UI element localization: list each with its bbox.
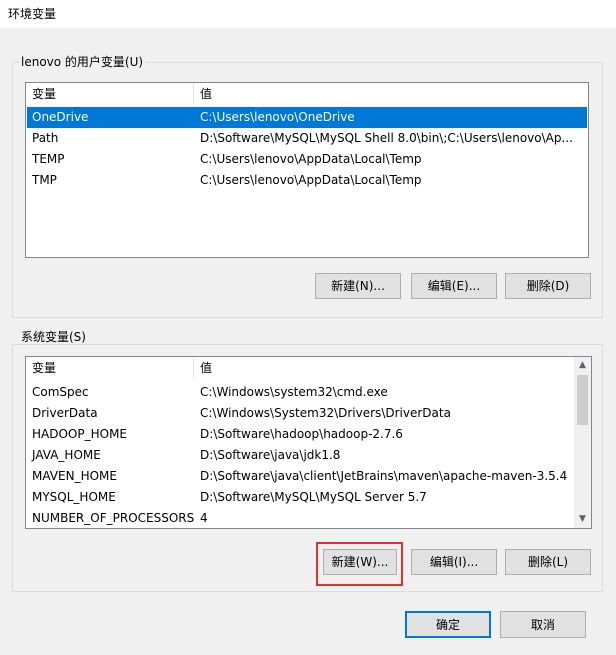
user-vars-group-label: lenovo 的用户变量(U) <box>19 55 146 69</box>
var-name: HADOOP_HOME <box>32 427 128 441</box>
highlight-box <box>316 542 403 586</box>
user-var-row[interactable]: Path D:\Software\MySQL\MySQL Shell 8.0\b… <box>27 128 587 149</box>
system-var-row[interactable]: MAVEN_HOME D:\Software\java\client\JetBr… <box>27 466 573 487</box>
system-vars-group-label: 系统变量(S) <box>19 330 88 344</box>
user-var-row[interactable]: TEMP C:\Users\lenovo\AppData\Local\Temp <box>27 149 587 170</box>
var-value: C:\Users\lenovo\OneDrive <box>200 110 355 124</box>
scroll-down-icon[interactable]: ▼ <box>574 511 591 528</box>
user-var-row[interactable]: OneDrive C:\Users\lenovo\OneDrive <box>27 107 587 128</box>
title-bar: 环境变量 <box>0 0 616 28</box>
system-var-row[interactable]: NUMBER_OF_PROCESSORS 4 <box>27 508 573 528</box>
system-vars-scrollbar[interactable]: ▲ ▼ <box>574 357 591 528</box>
var-name: DriverData <box>32 406 98 420</box>
user-delete-button[interactable]: 删除(D) <box>505 273 591 299</box>
var-value: 4 <box>200 511 208 525</box>
var-name: JAVA_HOME <box>32 448 101 462</box>
var-value: C:\Users\lenovo\AppData\Local\Temp <box>200 152 422 166</box>
var-name: MAVEN_HOME <box>32 469 117 483</box>
column-header-value[interactable]: 值 <box>194 83 588 105</box>
var-name: ComSpec <box>32 385 89 399</box>
system-var-row[interactable]: MYSQL_HOME D:\Software\MySQL\MySQL Serve… <box>27 487 573 508</box>
scroll-thumb[interactable] <box>577 375 588 425</box>
user-var-row[interactable]: TMP C:\Users\lenovo\AppData\Local\Temp <box>27 170 587 191</box>
user-new-button[interactable]: 新建(N)... <box>315 273 401 299</box>
var-value: C:\Windows\system32\cmd.exe <box>200 385 388 399</box>
var-value: D:\Software\java\jdk1.8 <box>200 448 341 462</box>
user-edit-button[interactable]: 编辑(E)... <box>411 273 497 299</box>
var-value: C:\Windows\System32\Drivers\DriverData <box>200 406 451 420</box>
column-header-variable[interactable]: 变量 <box>26 83 194 105</box>
system-vars-list[interactable]: 变量 值 ComSpec C:\Windows\system32\cmd.exe… <box>25 356 592 529</box>
scroll-up-icon[interactable]: ▲ <box>574 357 591 374</box>
var-name: TEMP <box>32 152 65 166</box>
system-delete-button[interactable]: 删除(L) <box>505 549 591 575</box>
column-header-variable[interactable]: 变量 <box>26 357 194 379</box>
system-vars-header: 变量 值 <box>26 357 574 379</box>
var-value: D:\Software\MySQL\MySQL Shell 8.0\bin\;C… <box>200 131 573 145</box>
var-name: Path <box>32 131 59 145</box>
system-var-row[interactable]: JAVA_HOME D:\Software\java\jdk1.8 <box>27 445 573 466</box>
var-name: OneDrive <box>32 110 89 124</box>
column-header-value[interactable]: 值 <box>194 357 574 379</box>
var-value: D:\Software\hadoop\hadoop-2.7.6 <box>200 427 403 441</box>
var-value: D:\Software\java\client\JetBrains\maven\… <box>200 469 568 483</box>
var-value: C:\Users\lenovo\AppData\Local\Temp <box>200 173 422 187</box>
var-name: MYSQL_HOME <box>32 490 116 504</box>
window-title: 环境变量 <box>8 7 57 21</box>
cancel-button[interactable]: 取消 <box>500 611 586 638</box>
user-vars-list[interactable]: 变量 值 OneDrive C:\Users\lenovo\OneDrive P… <box>25 82 589 258</box>
var-name: TMP <box>32 173 57 187</box>
user-vars-header: 变量 值 <box>26 83 588 105</box>
var-name: NUMBER_OF_PROCESSORS <box>32 511 195 525</box>
system-var-row[interactable]: HADOOP_HOME D:\Software\hadoop\hadoop-2.… <box>27 424 573 445</box>
system-var-row[interactable]: DriverData C:\Windows\System32\Drivers\D… <box>27 403 573 424</box>
system-edit-button[interactable]: 编辑(I)... <box>411 549 497 575</box>
system-var-row[interactable]: ComSpec C:\Windows\system32\cmd.exe <box>27 382 573 403</box>
var-value: D:\Software\MySQL\MySQL Server 5.7 <box>200 490 427 504</box>
ok-button[interactable]: 确定 <box>405 611 491 638</box>
